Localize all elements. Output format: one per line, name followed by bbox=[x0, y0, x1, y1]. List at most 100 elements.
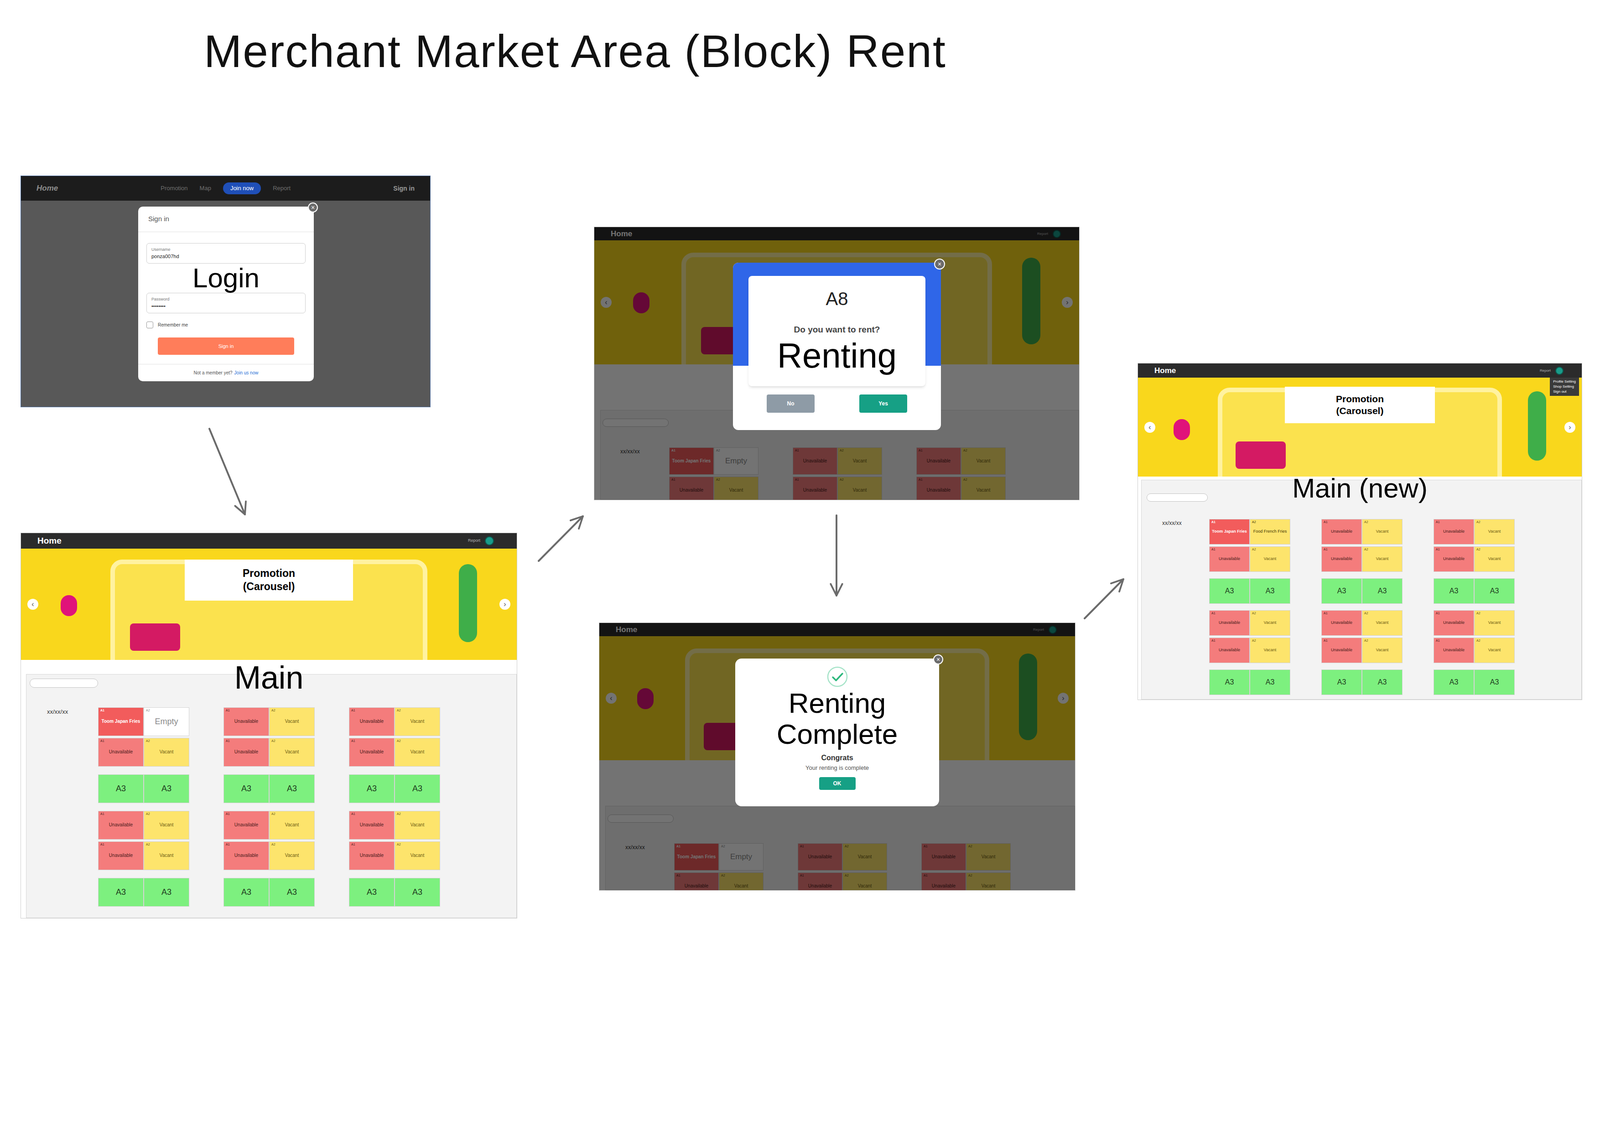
block-cell[interactable]: A2Vacant bbox=[1249, 610, 1291, 636]
home-link[interactable]: Home bbox=[36, 182, 58, 195]
block-cell[interactable]: A1Unavailable bbox=[348, 737, 395, 767]
block-cell[interactable]: A1Unavailable bbox=[1209, 546, 1250, 572]
block-cell[interactable]: A3 bbox=[269, 877, 315, 907]
block-cell[interactable]: A2Vacant bbox=[1361, 637, 1403, 664]
block-cell[interactable]: A1Unavailable bbox=[223, 810, 270, 840]
block-cell[interactable]: A2Vacant bbox=[394, 737, 441, 767]
block-cell[interactable]: A1Unavailable bbox=[1433, 519, 1475, 545]
yes-button[interactable]: Yes bbox=[859, 394, 908, 413]
text-field[interactable]: Usernameponza007hd bbox=[146, 243, 306, 264]
block-cell[interactable]: A2Vacant bbox=[143, 737, 190, 767]
block-cell[interactable]: A3 bbox=[1433, 669, 1475, 696]
block-cell[interactable]: A3 bbox=[223, 774, 270, 804]
home-link[interactable]: Home bbox=[1154, 364, 1176, 377]
block-cell[interactable]: A3 bbox=[1433, 578, 1475, 604]
block-cell[interactable]: A2Vacant bbox=[1361, 546, 1403, 572]
close-button[interactable]: × bbox=[933, 654, 944, 665]
profile-menu-item[interactable]: Profile Setting bbox=[1553, 379, 1576, 384]
home-link[interactable]: Home bbox=[37, 534, 62, 548]
block-cell[interactable]: A3 bbox=[1361, 578, 1403, 604]
block-cell[interactable]: A2Vacant bbox=[1474, 546, 1515, 572]
nav-link[interactable]: Promotion bbox=[160, 183, 188, 193]
block-cell[interactable]: A2Vacant bbox=[269, 841, 315, 871]
avatar-icon[interactable] bbox=[484, 536, 494, 546]
block-cell[interactable]: A2Vacant bbox=[269, 707, 315, 737]
block-cell[interactable]: A3 bbox=[394, 774, 441, 804]
block-cell[interactable]: A3 bbox=[269, 774, 315, 804]
block-cell[interactable]: A3 bbox=[348, 877, 395, 907]
promotion-box[interactable]: Promotion (Carousel) bbox=[1284, 386, 1435, 424]
block-cell[interactable]: A3 bbox=[1249, 669, 1291, 696]
block-cell[interactable]: A3 bbox=[1209, 578, 1250, 604]
carousel-next-button[interactable]: › bbox=[499, 598, 511, 610]
block-cell[interactable]: A2Food French Fries bbox=[1249, 519, 1291, 545]
block-cell[interactable]: A1Unavailable bbox=[348, 841, 395, 871]
block-cell[interactable]: A2Vacant bbox=[1249, 546, 1291, 572]
block-cell[interactable]: A3 bbox=[98, 877, 144, 907]
profile-menu-item[interactable]: Shop Setting bbox=[1553, 384, 1576, 389]
remember-checkbox[interactable] bbox=[146, 321, 154, 329]
block-cell[interactable]: A1Unavailable bbox=[223, 737, 270, 767]
block-cell[interactable]: A3 bbox=[348, 774, 395, 804]
block-cell[interactable]: A1Unavailable bbox=[223, 707, 270, 737]
block-cell[interactable]: A2Vacant bbox=[1474, 519, 1515, 545]
block-cell[interactable]: A3 bbox=[1361, 669, 1403, 696]
close-button[interactable]: × bbox=[307, 202, 318, 213]
block-cell[interactable]: A3 bbox=[98, 774, 144, 804]
join-link[interactable]: Join us now bbox=[234, 369, 259, 377]
block-cell[interactable]: A1Toom Japan Fries bbox=[1209, 519, 1250, 545]
block-cell[interactable]: A2Vacant bbox=[143, 810, 190, 840]
block-cell[interactable]: A1Unavailable bbox=[1321, 519, 1362, 545]
report-link[interactable]: Report bbox=[467, 537, 481, 545]
block-cell[interactable]: A1Unavailable bbox=[98, 810, 144, 840]
block-cell[interactable]: A1Unavailable bbox=[98, 737, 144, 767]
block-cell[interactable]: A1Unavailable bbox=[1321, 637, 1362, 664]
nav-link[interactable]: Join now bbox=[223, 182, 261, 195]
block-cell[interactable]: A1Unavailable bbox=[1433, 610, 1475, 636]
text-field[interactable]: Password•••••••• bbox=[146, 292, 306, 314]
report-link[interactable]: Report bbox=[1539, 368, 1551, 374]
close-button[interactable]: × bbox=[934, 258, 946, 270]
profile-menu-item[interactable]: Sign out bbox=[1553, 389, 1576, 394]
block-cell[interactable]: A2Vacant bbox=[1361, 519, 1403, 545]
block-cell[interactable]: A3 bbox=[394, 877, 441, 907]
block-cell[interactable]: A2Vacant bbox=[1361, 610, 1403, 636]
signin-button[interactable]: Sign in bbox=[157, 337, 295, 355]
block-cell[interactable]: A1Unavailable bbox=[1321, 610, 1362, 636]
block-cell[interactable]: A2Vacant bbox=[394, 707, 441, 737]
block-cell[interactable]: A1Unavailable bbox=[1321, 546, 1362, 572]
block-cell[interactable]: A1Unavailable bbox=[1433, 546, 1475, 572]
block-cell[interactable]: A1Unavailable bbox=[348, 707, 395, 737]
carousel-prev-button[interactable]: ‹ bbox=[27, 598, 39, 610]
block-cell[interactable]: A1Unavailable bbox=[1433, 637, 1475, 664]
block-cell[interactable]: A2Vacant bbox=[394, 810, 441, 840]
block-cell[interactable]: A3 bbox=[1321, 578, 1362, 604]
block-cell[interactable]: A3 bbox=[143, 774, 190, 804]
block-cell[interactable]: A1Unavailable bbox=[1209, 637, 1250, 664]
block-cell[interactable]: A2Vacant bbox=[394, 841, 441, 871]
block-cell[interactable]: A3 bbox=[223, 877, 270, 907]
carousel-next-button[interactable]: › bbox=[1564, 421, 1576, 433]
block-cell[interactable]: A2Vacant bbox=[1474, 610, 1515, 636]
block-cell[interactable]: A1Unavailable bbox=[1209, 610, 1250, 636]
signin-link[interactable]: Sign in bbox=[393, 183, 415, 194]
block-cell[interactable]: A1Unavailable bbox=[348, 810, 395, 840]
search-input[interactable] bbox=[1146, 493, 1208, 502]
block-cell[interactable]: A2Vacant bbox=[269, 810, 315, 840]
block-cell[interactable]: A3 bbox=[1321, 669, 1362, 696]
avatar-icon[interactable] bbox=[1555, 366, 1564, 375]
block-cell[interactable]: A3 bbox=[1249, 578, 1291, 604]
block-cell[interactable]: A2Vacant bbox=[269, 737, 315, 767]
nav-link[interactable]: Map bbox=[199, 183, 212, 193]
block-cell[interactable]: A1Unavailable bbox=[223, 841, 270, 871]
block-cell[interactable]: A1Toom Japan Fries bbox=[98, 707, 144, 737]
nav-link[interactable]: Report bbox=[272, 183, 291, 193]
block-cell[interactable]: A2Vacant bbox=[1249, 637, 1291, 664]
block-cell[interactable]: A2Vacant bbox=[143, 841, 190, 871]
ok-button[interactable]: OK bbox=[819, 777, 856, 790]
block-cell[interactable]: A3 bbox=[1474, 669, 1515, 696]
search-input[interactable] bbox=[29, 678, 99, 688]
no-button[interactable]: No bbox=[766, 394, 815, 413]
block-cell[interactable]: A2Vacant bbox=[1474, 637, 1515, 664]
block-cell[interactable]: A3 bbox=[1474, 578, 1515, 604]
